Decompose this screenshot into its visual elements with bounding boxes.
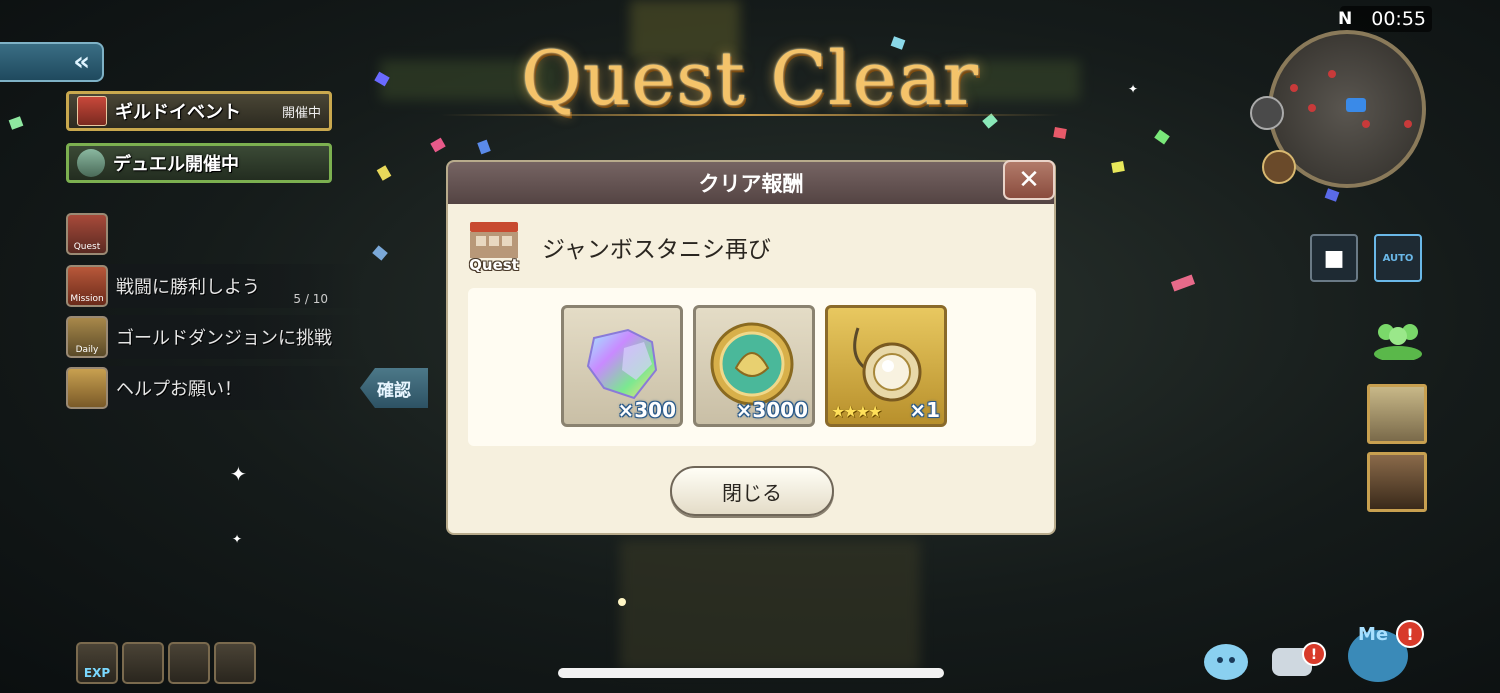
- confetti: [430, 137, 446, 153]
- enemy-marker: [1308, 104, 1316, 112]
- chat-emote-button[interactable]: [1196, 640, 1252, 684]
- crossed-swords-icon: [77, 149, 105, 177]
- confetti: [372, 245, 388, 261]
- daily-mission-text: ゴールドダンジョンに挑戦: [116, 328, 332, 349]
- reward-item[interactable]: ×3000: [693, 305, 815, 427]
- mission-item[interactable]: Mission 戦闘に勝利しよう 5 / 10: [66, 264, 362, 308]
- party-icon[interactable]: [1368, 318, 1428, 362]
- confetti: [376, 165, 392, 181]
- guild-banner-icon: [77, 96, 107, 126]
- confetti: [8, 116, 24, 130]
- cage-icon[interactable]: [214, 642, 256, 684]
- guild-event-label: ギルドイベント: [115, 102, 241, 123]
- mission-progress: 5 / 10: [293, 292, 328, 306]
- mission-icon-tag: Mission: [70, 294, 104, 304]
- confetti: [1154, 129, 1170, 145]
- confetti: [1053, 127, 1067, 139]
- quest-shop-icon: Quest: [464, 214, 524, 274]
- quest-name: ジャンボスタニシ再び: [542, 237, 771, 263]
- me-label: Me: [1358, 624, 1389, 645]
- enemy-marker: [1290, 84, 1298, 92]
- auto-button[interactable]: AUTO: [1374, 234, 1422, 282]
- back-button[interactable]: «: [0, 42, 104, 82]
- daily-mission-item[interactable]: Daily ゴールドダンジョンに挑戦: [66, 315, 362, 359]
- mission-text: 戦闘に勝利しよう: [116, 277, 260, 298]
- daily-scroll-icon: Daily: [66, 316, 108, 358]
- enemy-marker: [1404, 120, 1412, 128]
- chat-button[interactable]: !: [1268, 640, 1330, 684]
- handshake-icon: [66, 367, 108, 409]
- reward-quantity: ×3000: [735, 398, 808, 422]
- sparkle-icon: [618, 598, 626, 606]
- home-indicator[interactable]: [558, 668, 944, 678]
- double-chevron-left-icon: «: [73, 47, 90, 77]
- clear-reward-dialog: クリア報酬 Quest ジャンボスタニシ再び ×300 ×3000 ★★★★ ×…: [446, 160, 1056, 535]
- party-member-portrait[interactable]: [1367, 452, 1427, 512]
- svg-text:!: !: [1406, 625, 1413, 644]
- reward-quantity: ×300: [617, 398, 676, 422]
- confetti: [1170, 274, 1196, 292]
- exp-boost-button[interactable]: EXP: [76, 642, 118, 684]
- sparkle-icon: ✦: [1128, 82, 1139, 96]
- sparkle-icon: ✦: [230, 462, 247, 486]
- compass-north-label: N: [1338, 9, 1353, 29]
- mission-flag-icon: Mission: [66, 265, 108, 307]
- reward-quantity: ×1: [909, 398, 940, 422]
- guild-event-status: 開催中: [281, 105, 321, 121]
- duel-event-label: デュエル開催中: [113, 154, 239, 175]
- profile-me-button[interactable]: ! Me: [1338, 608, 1428, 688]
- close-icon: ✕: [1018, 165, 1040, 195]
- quest-icon-tag: Quest: [73, 242, 101, 252]
- rarity-stars: ★★★★: [831, 402, 882, 421]
- confetti: [1111, 161, 1125, 173]
- daily-icon-tag: Daily: [75, 345, 99, 355]
- title-underline: [440, 114, 1060, 116]
- map-toggle-button[interactable]: [1250, 96, 1284, 130]
- svg-text:!: !: [1311, 647, 1317, 663]
- reward-list: ×300 ×3000 ★★★★ ×1: [468, 288, 1036, 446]
- duel-event-button[interactable]: デュエル開催中: [66, 143, 332, 183]
- sparkle-icon: ✦: [232, 532, 243, 546]
- close-x-button[interactable]: ✕: [1003, 160, 1055, 200]
- guild-event-button[interactable]: ギルドイベント 開催中: [66, 91, 332, 131]
- confirm-button[interactable]: 確認: [360, 368, 428, 408]
- close-dialog-button[interactable]: 閉じる: [670, 466, 834, 516]
- quest-icon-label: Quest: [469, 256, 519, 274]
- confetti: [1324, 188, 1340, 202]
- dialog-header: クリア報酬: [448, 162, 1054, 204]
- quest-menu-item[interactable]: Quest: [66, 212, 362, 256]
- exp-label: EXP: [83, 666, 111, 680]
- confetti: [477, 139, 491, 155]
- quest-clear-title: Quest Clear: [521, 36, 979, 122]
- reward-item[interactable]: ★★★★ ×1: [825, 305, 947, 427]
- coin-boost-button[interactable]: [122, 642, 164, 684]
- background-light: [620, 540, 920, 670]
- auto-label: AUTO: [1382, 252, 1414, 264]
- quest-shop-icon: Quest: [66, 213, 108, 255]
- video-camera-icon: ■: [1323, 245, 1345, 271]
- camera-button[interactable]: ■: [1310, 234, 1358, 282]
- enemy-marker: [1328, 70, 1336, 78]
- enemy-marker: [1362, 120, 1370, 128]
- player-marker: [1346, 98, 1366, 112]
- party-member-portrait[interactable]: [1367, 384, 1427, 444]
- help-request-text: ヘルプお願い！: [116, 379, 242, 400]
- help-request-item[interactable]: ヘルプお願い！: [66, 366, 362, 410]
- boot-icon[interactable]: [168, 642, 210, 684]
- reward-item[interactable]: ×300: [561, 305, 683, 427]
- pet-icon[interactable]: [1262, 150, 1296, 184]
